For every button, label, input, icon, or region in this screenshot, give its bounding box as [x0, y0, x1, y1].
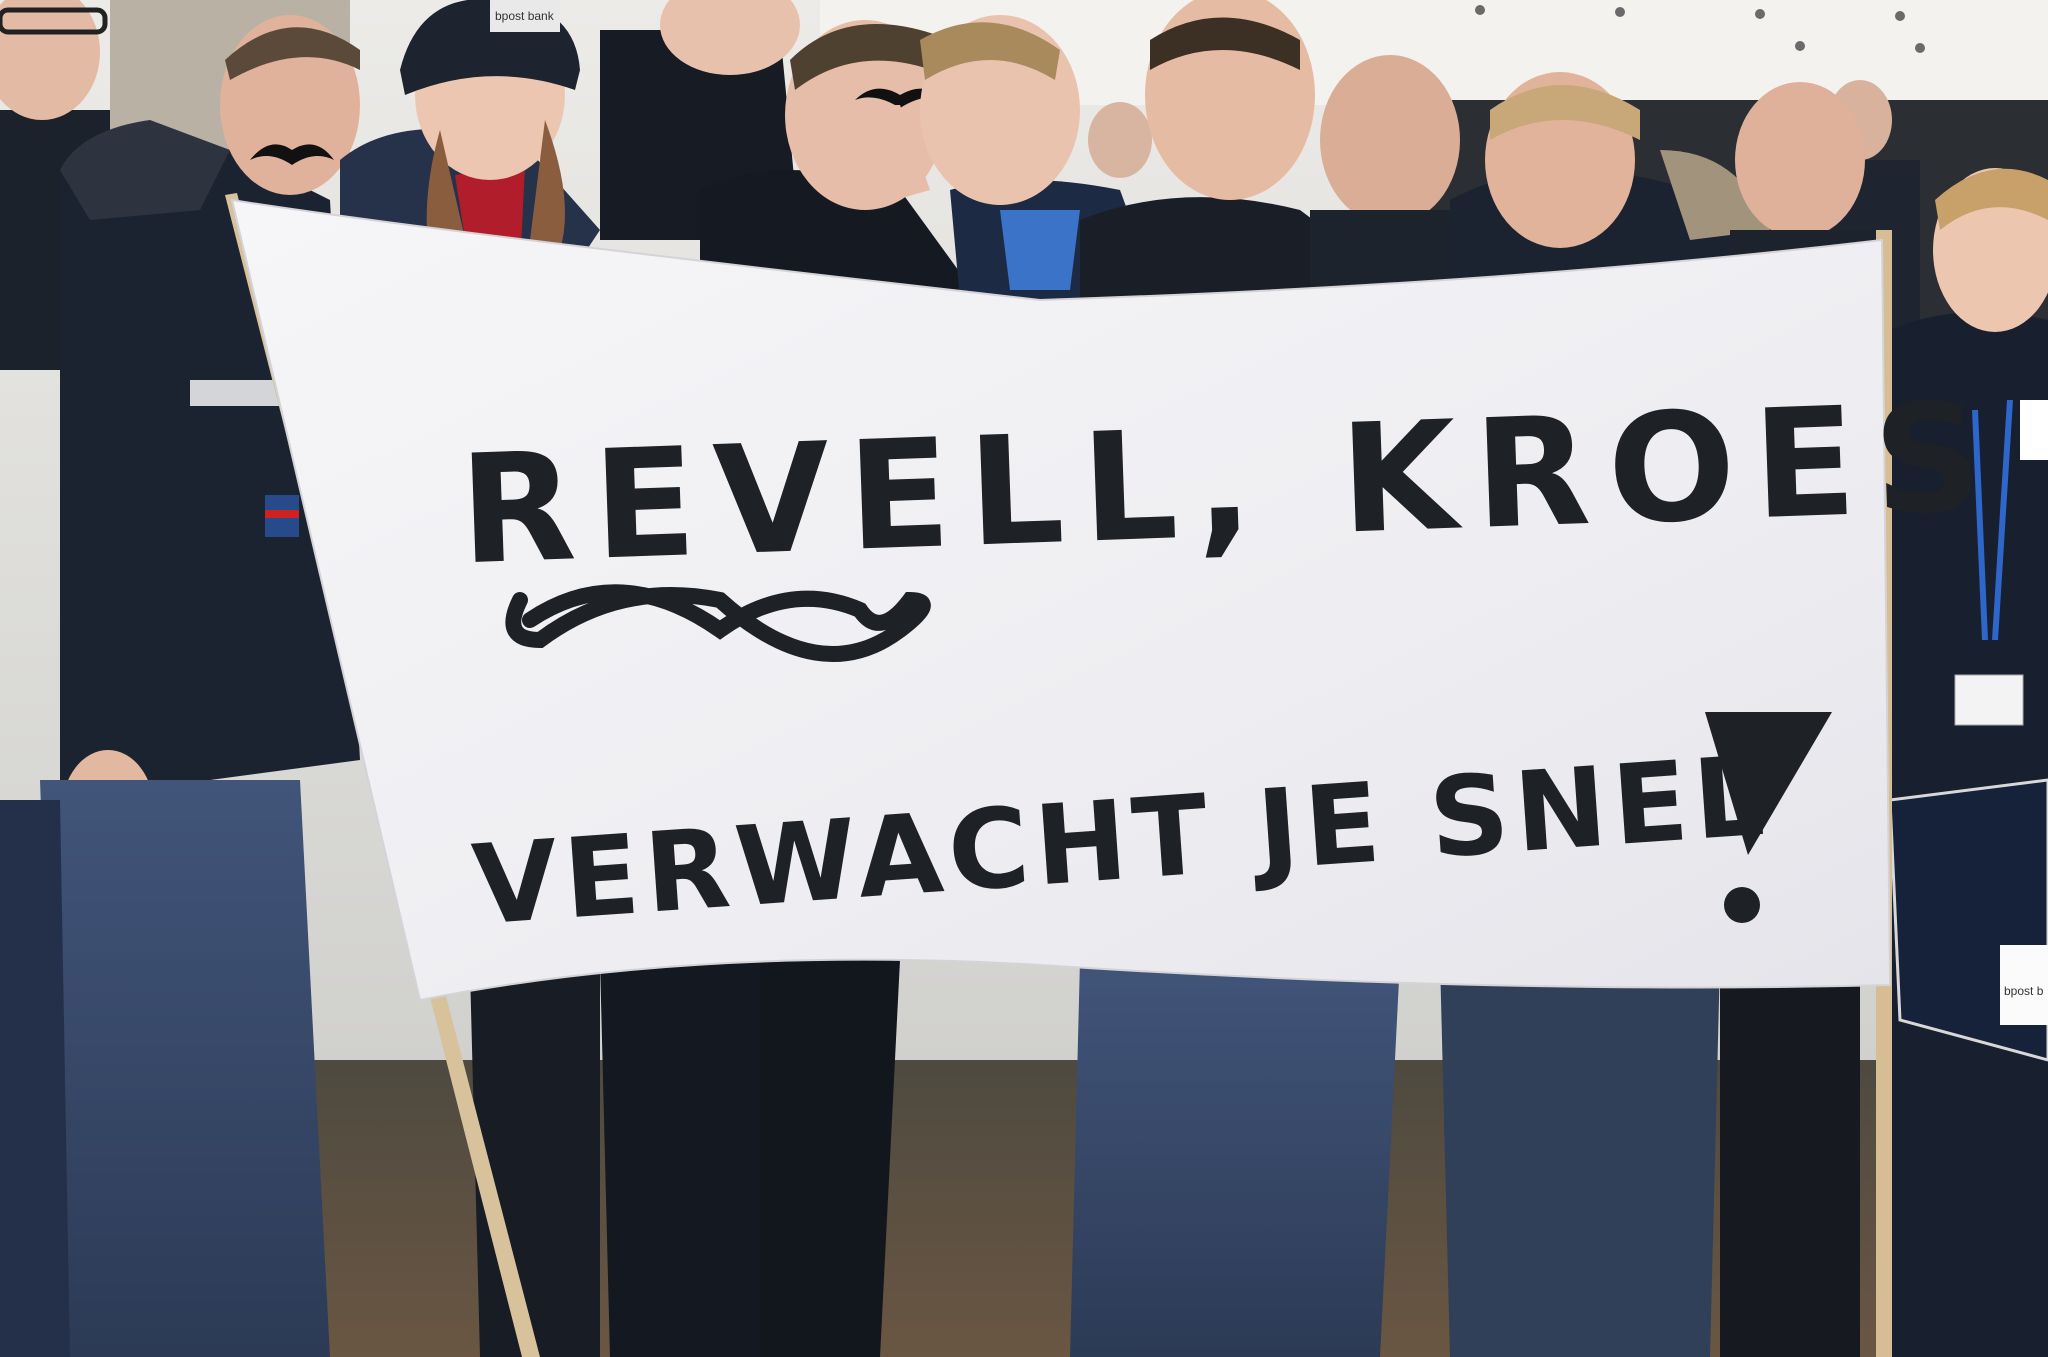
photo-scene: bpost bank bpost b REVELL, KROES VERWACH…	[0, 0, 2048, 1357]
beanie-tag-text: bpost bank	[495, 9, 555, 23]
bag-tag-text: bpost b	[2004, 984, 2044, 998]
